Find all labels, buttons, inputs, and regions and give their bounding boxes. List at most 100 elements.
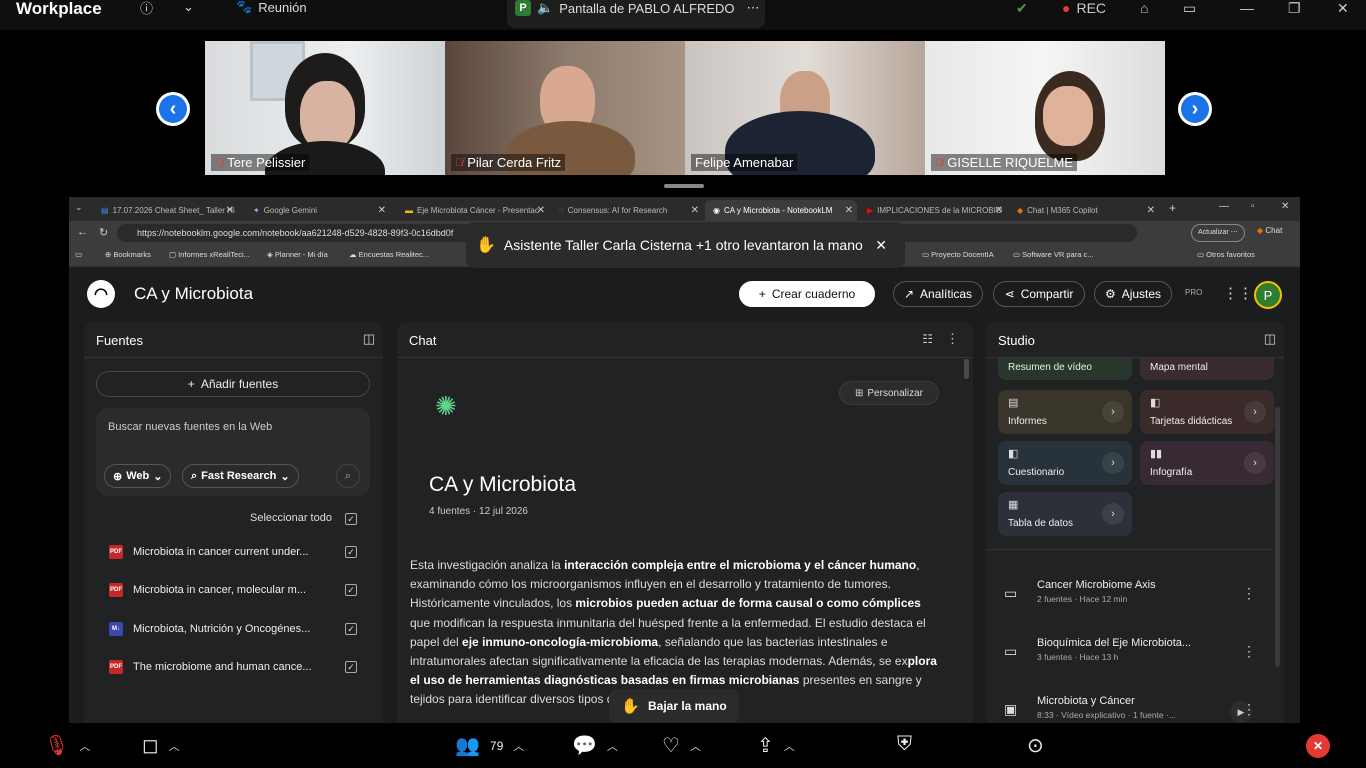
chevron-up-icon[interactable]: ︿: [169, 738, 180, 754]
lock-icon[interactable]: ⌂: [1140, 0, 1148, 16]
studio-card-flashcards[interactable]: ◧ Tarjetas didácticas ›: [1140, 390, 1274, 434]
browser-tab[interactable]: ◌ Consensus: AI for Research ✕: [551, 200, 703, 221]
back-icon[interactable]: ←: [77, 226, 88, 238]
source-item[interactable]: M↓ Microbiota, Nutrición y Oncogénes...: [109, 619, 369, 639]
tab-close-icon[interactable]: ✕: [995, 205, 1003, 216]
source-item[interactable]: PDF Microbiota in cancer current under...: [109, 542, 369, 562]
layout-icon[interactable]: ▭: [1183, 0, 1196, 17]
source-checkbox[interactable]: ✓: [345, 546, 357, 558]
apps-icon[interactable]: ▭: [75, 250, 82, 259]
chevron-up-icon[interactable]: ︿: [690, 738, 701, 754]
leave-meeting-button[interactable]: ✕: [1306, 734, 1330, 758]
bookmark-item[interactable]: ▭ Proyecto DocentIA: [922, 250, 994, 259]
add-sources-button[interactable]: + Añadir fuentes: [96, 371, 370, 397]
analytics-button[interactable]: ↗ Analíticas: [893, 281, 983, 307]
studio-card-infographic[interactable]: ▮▮ Infografía ›: [1140, 441, 1274, 485]
gallery-prev-button[interactable]: ‹: [156, 92, 190, 126]
security-button[interactable]: ⛨: [897, 733, 912, 756]
lower-hand-button[interactable]: ✋ Bajar la mano: [609, 689, 739, 723]
screen-share-indicator[interactable]: P 🔈 Pantalla de PABLO ALFREDO ⋯: [507, 0, 765, 28]
maximize-button[interactable]: ❐: [1288, 0, 1301, 17]
studio-note[interactable]: ▣ Microbiota y Cáncer 8:33 · Vídeo expli…: [1004, 693, 1264, 723]
meeting-button[interactable]: 🐾 Reunión: [236, 0, 307, 15]
web-filter-chip[interactable]: ⊕ Web ⌄: [104, 464, 172, 488]
reactions-button[interactable]: ♡ ︿: [662, 733, 701, 758]
browser-tab[interactable]: ▶ IMPLICACIONES de la MICROBIO ✕: [859, 200, 1007, 221]
video-tile[interactable]: 🎙̸ Tere Pelissier: [205, 41, 445, 175]
apps-grid-icon[interactable]: ⋮⋮: [1223, 284, 1253, 302]
bookmark-item[interactable]: ▭ Otros favoritos: [1197, 250, 1255, 259]
notebook-title[interactable]: CA y Microbiota: [134, 284, 253, 304]
chevron-up-icon[interactable]: ︿: [607, 738, 618, 754]
source-checkbox[interactable]: ✓: [345, 584, 357, 596]
source-item[interactable]: PDF Microbiota in cancer, molecular m...: [109, 580, 369, 600]
more-vert-icon[interactable]: ⋮: [1242, 585, 1256, 602]
more-vert-icon[interactable]: ⋮: [1242, 643, 1256, 660]
browser-tab-active[interactable]: ◉ CA y Microbiota - NotebookLM ✕: [705, 200, 857, 221]
browser-tab[interactable]: ▬ Eje Microbiota Cáncer - Presentac ✕: [397, 200, 549, 221]
studio-card-data-table[interactable]: ▦ Tabla de datos ›: [998, 492, 1132, 536]
bookmark-item[interactable]: ⊕ Bookmarks: [105, 250, 151, 259]
browser-minimize[interactable]: —: [1219, 201, 1229, 212]
search-icon[interactable]: ⌕: [336, 464, 360, 488]
bookmark-item[interactable]: ▭ Software VR para c...: [1013, 250, 1093, 259]
tab-close-icon[interactable]: ✕: [378, 205, 386, 216]
tab-close-icon[interactable]: ✕: [537, 205, 545, 216]
create-notebook-button[interactable]: + Crear cuaderno: [739, 281, 875, 307]
minimize-button[interactable]: —: [1240, 0, 1254, 16]
tab-search-icon[interactable]: ⌄: [75, 202, 83, 213]
tab-close-icon[interactable]: ✕: [845, 205, 853, 216]
info-icon[interactable]: ⓘ: [140, 0, 153, 16]
browser-tab[interactable]: ▤ 17.07.2026 Cheat Sheet_ Taller Hi ✕: [93, 200, 238, 221]
bookmark-item[interactable]: ▢ Informes xRealiTeci...: [169, 250, 250, 259]
resize-handle[interactable]: [664, 184, 704, 188]
update-button[interactable]: Actualizar ⋯: [1191, 224, 1245, 242]
studio-card-quiz[interactable]: ◧ Cuestionario ›: [998, 441, 1132, 485]
participants-button[interactable]: 👥 79 ︿: [455, 733, 524, 758]
browser-restore[interactable]: ▫: [1251, 201, 1255, 212]
more-vert-icon[interactable]: ⋮: [1242, 701, 1256, 718]
studio-note[interactable]: ▭ Cancer Microbiome Axis 2 fuentes · Hac…: [1004, 577, 1264, 617]
share-screen-button[interactable]: ⇪ ︿: [757, 733, 795, 758]
mute-button[interactable]: 🎙 ︿: [44, 733, 90, 758]
video-tile[interactable]: Felipe Amenabar: [685, 41, 925, 175]
browser-tab[interactable]: ◆ Chat | M365 Copilot ✕: [1009, 200, 1159, 221]
notebooklm-logo[interactable]: ◠: [87, 280, 115, 308]
tab-close-icon[interactable]: ✕: [226, 205, 234, 216]
tab-close-icon[interactable]: ✕: [1147, 205, 1155, 216]
web-search-box[interactable]: Buscar nuevas fuentes en la Web ⊕ Web ⌄ ⌕…: [96, 408, 370, 496]
more-vert-icon[interactable]: ⋮: [946, 331, 959, 347]
close-icon[interactable]: ✕: [875, 237, 887, 254]
video-tile[interactable]: 🎙̸ Pilar Cerda Fritz: [445, 41, 685, 175]
video-tile[interactable]: 🎙̸ GISELLE RIQUELME: [925, 41, 1165, 175]
tune-icon[interactable]: ☷: [922, 332, 933, 346]
user-avatar[interactable]: P: [1254, 281, 1282, 309]
collapse-panel-icon[interactable]: ◫: [1264, 331, 1276, 347]
source-item[interactable]: PDF The microbiome and human cance...: [109, 657, 369, 677]
copilot-chat-button[interactable]: ◆ Chat: [1257, 226, 1282, 235]
more-button[interactable]: ⊙: [1027, 733, 1044, 758]
chevron-up-icon[interactable]: ︿: [79, 738, 90, 754]
chevron-up-icon[interactable]: ︿: [784, 738, 795, 754]
chat-button[interactable]: 💬 ︿: [572, 733, 618, 758]
reload-icon[interactable]: ↻: [99, 226, 108, 239]
select-all-checkbox[interactable]: ✓: [345, 513, 357, 525]
chevron-down-icon[interactable]: ⌄: [183, 0, 194, 14]
share-button[interactable]: ⋖ Compartir: [993, 281, 1085, 307]
source-checkbox[interactable]: ✓: [345, 661, 357, 673]
chat-scrollbar[interactable]: [964, 359, 969, 379]
more-icon[interactable]: ⋯: [747, 0, 760, 16]
personalize-button[interactable]: ⊞ Personalizar: [839, 381, 939, 405]
source-checkbox[interactable]: ✓: [345, 623, 357, 635]
collapse-panel-icon[interactable]: ◫: [363, 331, 375, 347]
gallery-next-button[interactable]: ›: [1178, 92, 1212, 126]
close-button[interactable]: ✕: [1337, 0, 1349, 17]
studio-card-reports[interactable]: ▤ Informes ›: [998, 390, 1132, 434]
tab-close-icon[interactable]: ✕: [691, 205, 699, 216]
browser-tab[interactable]: ✦ Google Gemini ✕: [245, 200, 390, 221]
new-tab-button[interactable]: +: [1169, 201, 1176, 215]
studio-note[interactable]: ▭ Bioquímica del Eje Microbiota... 3 fue…: [1004, 635, 1264, 675]
video-button[interactable]: ◻ ︿: [142, 733, 180, 758]
research-mode-chip[interactable]: ⌕ Fast Research ⌄: [182, 464, 299, 488]
recording-indicator[interactable]: ● REC: [1062, 0, 1106, 16]
